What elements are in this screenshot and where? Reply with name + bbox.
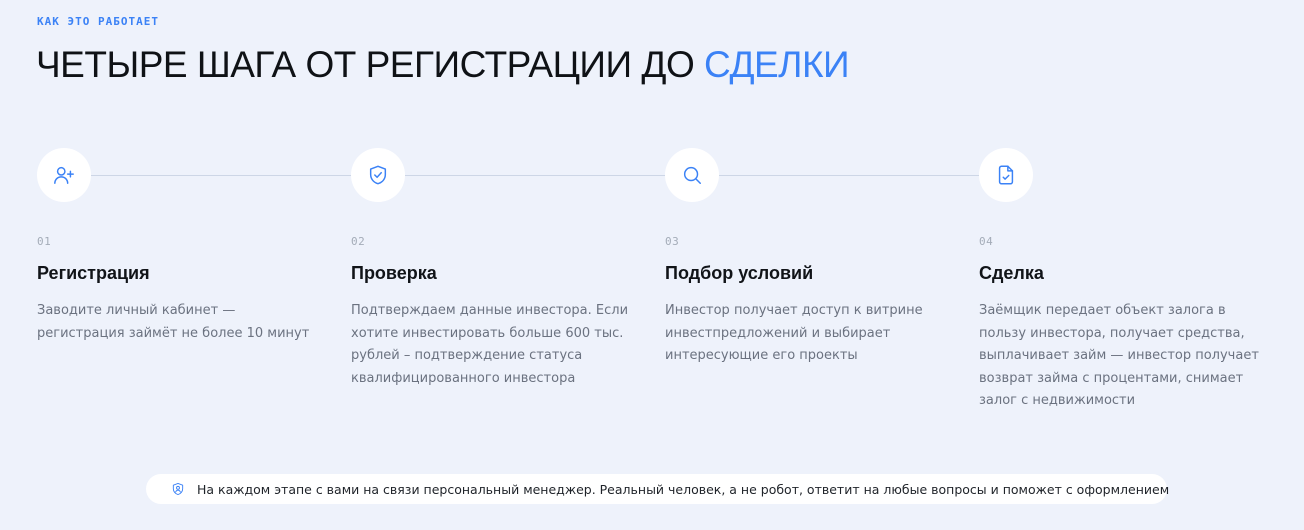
- step-title: Подбор условий: [665, 263, 814, 283]
- step-title: Сделка: [979, 263, 1044, 283]
- user-plus-icon: [37, 148, 91, 202]
- manager-shield-icon: [172, 482, 184, 496]
- search-icon: [665, 148, 719, 202]
- step-number: 02: [351, 235, 366, 248]
- section-title-accent: СДЕЛКИ: [704, 44, 850, 85]
- section-title: ЧЕТЫРЕ ШАГА ОТ РЕГИСТРАЦИИ ДО СДЕЛКИ: [36, 44, 850, 86]
- step-selection: 03 Подбор условий Инвестор получает дост…: [665, 148, 965, 368]
- step-verification: 02 Проверка Подтверждаем данные инвестор…: [351, 148, 651, 390]
- step-title: Регистрация: [37, 263, 150, 283]
- step-description: Подтверждаем данные инвестора. Если хоти…: [351, 303, 629, 386]
- step-description: Инвестор получает доступ к витрине инвес…: [665, 303, 923, 363]
- section-eyebrow: КАК ЭТО РАБОТАЕТ: [37, 15, 159, 28]
- document-check-icon: [979, 148, 1033, 202]
- step-description: Заводите личный кабинет — регистрация за…: [37, 303, 310, 341]
- step-number: 03: [665, 235, 680, 248]
- manager-note-text: На каждом этапе с вами на связи персонал…: [197, 481, 1170, 497]
- step-number: 04: [979, 235, 994, 248]
- section-title-main: ЧЕТЫРЕ ШАГА ОТ РЕГИСТРАЦИИ ДО: [36, 44, 705, 85]
- step-description: Заёмщик передает объект залога в пользу …: [979, 303, 1259, 408]
- step-registration: 01 Регистрация Заводите личный кабинет —…: [37, 148, 337, 345]
- step-number: 01: [37, 235, 52, 248]
- step-title: Проверка: [351, 263, 437, 283]
- manager-note: На каждом этапе с вами на связи персонал…: [146, 474, 1170, 504]
- step-deal: 04 Сделка Заёмщик передает объект залога…: [979, 148, 1279, 413]
- shield-check-icon: [351, 148, 405, 202]
